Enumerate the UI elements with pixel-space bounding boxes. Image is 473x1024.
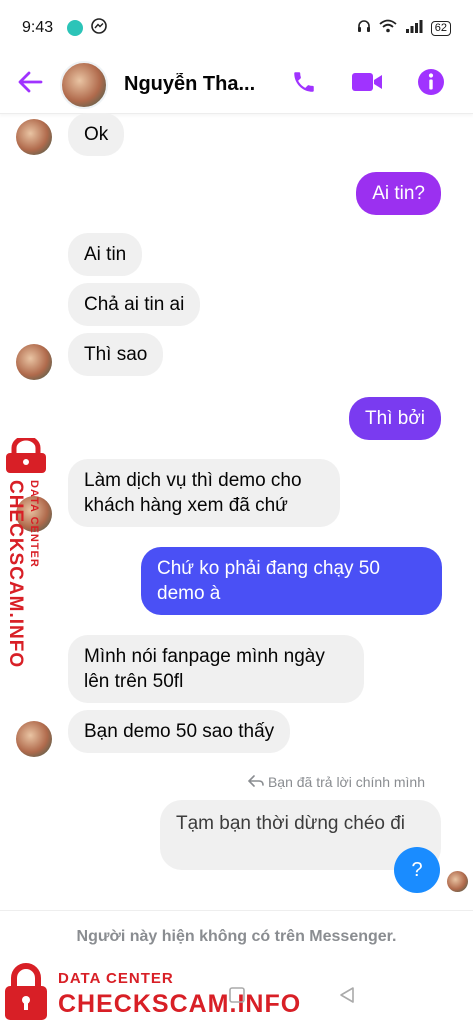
- watermark-vertical-small: DATA CENTER: [28, 480, 40, 568]
- conversation-header: Nguyễn Tha...: [0, 56, 473, 114]
- headphones-icon: [357, 19, 371, 38]
- reply-note-text: Bạn đã trả lời chính mình: [267, 774, 425, 790]
- back-button[interactable]: [0, 71, 60, 98]
- back-arrow-icon: [17, 71, 43, 98]
- recent-apps-icon[interactable]: [228, 986, 246, 1009]
- message-bubble-out[interactable]: Chứ ko phải đang chạy 50 demo à: [141, 547, 442, 615]
- message-bubble-out[interactable]: Thì bởi: [349, 397, 441, 440]
- messenger-notification-icon: [91, 17, 107, 39]
- phone-icon[interactable]: [291, 69, 317, 100]
- message-bubble-in[interactable]: Ai tin: [68, 233, 143, 276]
- contact-name[interactable]: Nguyễn Tha...: [124, 73, 264, 96]
- watermark-vertical-big: CHECKSCAM.INFO: [5, 480, 26, 669]
- battery-indicator: 62: [430, 20, 451, 36]
- signal-icon: [405, 19, 423, 38]
- sender-avatar[interactable]: [16, 344, 52, 380]
- wifi-icon: [379, 19, 397, 38]
- message-bubble-in[interactable]: Ok: [68, 113, 125, 156]
- message-bubble-in[interactable]: Mình nói fanpage mình ngày lên trên 50fl: [68, 635, 364, 703]
- video-call-icon[interactable]: [351, 71, 383, 98]
- message-list[interactable]: Ok Ai tin? Ai tin Chả ai tin ai Thì sao …: [0, 113, 473, 910]
- sender-avatar[interactable]: [16, 721, 52, 757]
- help-button[interactable]: ?: [394, 847, 440, 893]
- back-nav-icon[interactable]: [338, 986, 356, 1009]
- message-bubble-in[interactable]: Thì sao: [68, 333, 164, 376]
- status-bar: 9:43 62: [0, 0, 473, 56]
- message-bubble-in[interactable]: Làm dịch vụ thì demo cho khách hàng xem …: [68, 459, 340, 527]
- reply-note: Bạn đã trả lời chính mình: [247, 774, 425, 790]
- system-navigation-bar: [0, 984, 473, 1008]
- info-icon[interactable]: [417, 68, 445, 101]
- contact-avatar[interactable]: [60, 60, 108, 109]
- seen-avatar: [447, 871, 468, 892]
- chat-app-icon: [67, 20, 84, 36]
- status-time: 9:43: [22, 19, 54, 36]
- message-bubble-out[interactable]: Ai tin?: [356, 172, 441, 215]
- padlock-icon: [2, 435, 50, 479]
- sender-avatar[interactable]: [16, 119, 52, 155]
- unavailable-notice: Người này hiện không có trên Messenger.: [76, 928, 397, 945]
- message-bubble-in[interactable]: Chả ai tin ai: [68, 283, 201, 326]
- footer-divider: [0, 910, 473, 911]
- reply-arrow-icon: [247, 774, 264, 790]
- message-bubble-in[interactable]: Bạn demo 50 sao thấy: [68, 710, 291, 753]
